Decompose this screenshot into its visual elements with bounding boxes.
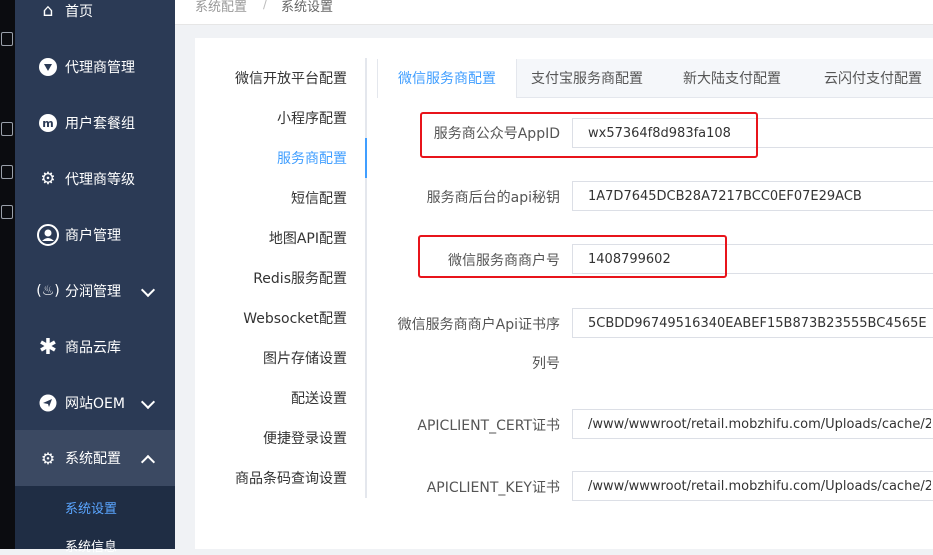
home-icon: ⌂ <box>42 1 54 21</box>
settings-card: 微信开放平台配置 小程序配置 服务商配置 短信配置 地图API配置 Redis服… <box>195 38 933 549</box>
api-key-label: 服务商后台的api秘钥 <box>426 190 560 206</box>
sidebar-item-agents[interactable]: 代理商管理 <box>15 39 175 95</box>
asterisk-icon: ✱ <box>38 334 58 360</box>
api-key-input[interactable] <box>572 181 933 211</box>
chevron-down-icon <box>140 282 156 298</box>
apiclient-key-input[interactable] <box>572 471 933 501</box>
nav-item-sms[interactable]: 短信配置 <box>291 188 347 208</box>
nav-item-wechat-open[interactable]: 微信开放平台配置 <box>235 68 347 88</box>
nav-item-miniprogram[interactable]: 小程序配置 <box>277 108 347 128</box>
breadcrumb-separator: / <box>263 0 268 11</box>
sidebar-item-home[interactable]: ⌂ 首页 <box>15 0 175 39</box>
submenu-system-config: 系统设置 系统信息 <box>15 486 175 555</box>
appid-input[interactable] <box>572 118 933 148</box>
nav-divider <box>365 58 367 498</box>
tab-unionpay-cloud[interactable]: 云闪付支付配置 <box>824 59 922 97</box>
tab-newland-pay[interactable]: 新大陆支付配置 <box>683 59 781 97</box>
package-icon: m <box>37 112 59 134</box>
apiclient-key-label: APICLIENT_KEY证书 <box>426 480 560 496</box>
nav-active-bar <box>365 138 367 178</box>
chevron-up-icon <box>140 454 156 470</box>
appid-label: 服务商公众号AppID <box>433 126 560 142</box>
chevron-down-icon <box>140 394 156 410</box>
nav-item-map-api[interactable]: 地图API配置 <box>269 228 347 248</box>
agent-icon <box>37 56 59 78</box>
sidebar-item-system-config[interactable]: ⚙ 系统配置 <box>15 430 175 486</box>
cert-serial-label-cont: 列号 <box>532 356 560 372</box>
profit-icon: (♨) <box>36 283 60 299</box>
nav-item-websocket[interactable]: Websocket配置 <box>243 308 347 328</box>
nav-item-redis[interactable]: Redis服务配置 <box>253 268 347 288</box>
cert-serial-label: 微信服务商商户Api证书序 <box>397 317 560 333</box>
config-nav: 微信开放平台配置 小程序配置 服务商配置 短信配置 地图API配置 Redis服… <box>195 38 367 549</box>
merchant-id-input[interactable] <box>572 244 933 274</box>
nav-item-image-storage[interactable]: 图片存储设置 <box>263 348 347 368</box>
level-icon: ⚙ <box>40 169 56 189</box>
merchant-id-label: 微信服务商商户号 <box>448 253 560 269</box>
breadcrumb-item-system-settings: 系统设置 <box>281 0 334 15</box>
sidebar-subitem-system-info[interactable]: 系统信息 <box>65 536 117 555</box>
apiclient-cert-label: APICLIENT_CERT证书 <box>417 418 560 434</box>
nav-item-quick-login[interactable]: 便捷登录设置 <box>263 428 347 448</box>
sidebar-item-merchants[interactable]: 商户管理 <box>15 207 175 263</box>
send-icon <box>37 392 59 414</box>
tab-alipay-provider[interactable]: 支付宝服务商配置 <box>531 59 643 97</box>
apiclient-cert-input[interactable] <box>572 409 933 439</box>
tab-bar: 微信服务商配置 支付宝服务商配置 新大陆支付配置 云闪付支付配置 <box>377 59 933 98</box>
desktop-edge <box>0 0 15 549</box>
gear-icon: ⚙ <box>40 448 56 468</box>
svg-text:m: m <box>42 117 53 130</box>
sidebar-item-profit[interactable]: (♨) 分润管理 <box>15 263 175 319</box>
cert-serial-input[interactable] <box>572 308 933 338</box>
user-icon <box>37 224 59 246</box>
tab-wechat-provider[interactable]: 微信服务商配置 <box>377 59 517 98</box>
sidebar-subitem-system-settings[interactable]: 系统设置 <box>65 498 117 517</box>
sidebar-item-packages[interactable]: m 用户套餐组 <box>15 95 175 151</box>
nav-item-delivery[interactable]: 配送设置 <box>291 388 347 408</box>
sidebar-item-oem[interactable]: 网站OEM <box>15 375 175 431</box>
breadcrumb-item-system-config[interactable]: 系统配置 <box>195 0 247 15</box>
nav-item-barcode[interactable]: 商品条码查询设置 <box>235 468 347 488</box>
breadcrumb: 系统配置 / 系统设置 <box>175 0 933 25</box>
sidebar-item-cloud-goods[interactable]: ✱ 商品云库 <box>15 319 175 375</box>
sidebar: ⌂ 首页 代理商管理 m 用户套餐组 ⚙ 代理商等级 商户管理 (♨) 分润管理… <box>15 0 175 555</box>
sidebar-item-agent-levels[interactable]: ⚙ 代理商等级 <box>15 151 175 207</box>
nav-item-service-provider[interactable]: 服务商配置 <box>277 148 347 168</box>
